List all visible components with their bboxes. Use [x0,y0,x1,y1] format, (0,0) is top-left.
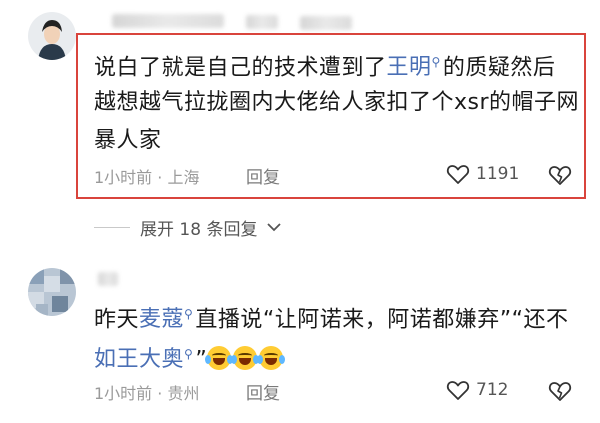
comment-text: 昨天 [94,307,140,333]
comment-text-line: 说白了就是自己的技术遭到了王明⚲的质疑然后 [94,44,555,86]
search-icon: ⚲ [184,347,194,361]
like-count: 712 [476,380,509,400]
dislike-button[interactable] [548,380,572,406]
avatar[interactable] [28,12,76,60]
heart-outline-icon [446,379,470,401]
avatar[interactable] [28,268,76,316]
chevron-down-icon [267,217,282,237]
heart-outline-icon [446,163,470,185]
location: 上海 [167,168,200,187]
mention-text[interactable]: 王明 [387,55,432,80]
comment-text: 直播说“让阿诺来，阿诺都嫌弃”“还不 [195,307,569,333]
expand-replies-button[interactable]: 展开 18 条回复 [94,212,282,242]
timestamp: 1小时前 [94,168,153,187]
divider [94,226,130,228]
laughing-crying-emoji [231,346,260,371]
comment-text-line: 如王大奥⚲” [94,336,286,378]
comment-item: 说白了就是自己的技术遭到了王明⚲的质疑然后 越想越气拉拢圈内大佬给人家扣了个xs… [0,0,600,205]
mention-link[interactable]: 王明⚲ [387,55,443,80]
like-button[interactable]: 1191 [446,163,519,185]
separator: · [157,384,163,403]
mention-text[interactable]: 如王大奥 [94,347,184,372]
like-count: 1191 [476,164,520,184]
separator: · [157,168,163,187]
comment-text: 说白了就是自己的技术遭到了 [94,55,387,81]
mention-link[interactable]: 麦蔻⚲ [139,307,195,332]
timestamp: 1小时前 [94,384,153,403]
search-icon: ⚲ [431,55,441,69]
broken-heart-icon [548,382,572,406]
comment-text-line: 暴人家 [94,122,162,159]
reply-button[interactable]: 回复 [246,379,280,404]
laughing-crying-emoji [257,346,286,371]
username[interactable] [112,14,224,28]
dislike-button[interactable] [548,164,572,190]
username[interactable] [98,272,118,286]
expand-replies-label[interactable]: 展开 18 条回复 [140,215,257,240]
search-icon: ⚲ [184,307,194,321]
reply-button[interactable]: 回复 [246,163,280,188]
mention-link[interactable]: 如王大奥⚲ [94,347,195,372]
comment-text: 暴人家 [94,128,162,153]
comment-meta: 1小时前 · 贵州 [94,380,199,404]
comment-text: 的质疑然后 [442,55,556,81]
mention-text[interactable]: 麦蔻 [139,307,184,332]
laughing-crying-emoji [205,346,234,371]
username-badge [246,15,278,29]
comment-text-line: 越想越气拉拢圈内大佬给人家扣了个xsr的帽子网 [94,84,579,121]
location: 贵州 [167,384,200,403]
like-button[interactable]: 712 [446,379,508,401]
comment-meta: 1小时前 · 上海 [94,164,199,188]
broken-heart-icon [548,166,572,190]
comment-text-line: 昨天麦蔻⚲直播说“让阿诺来，阿诺都嫌弃”“还不 [94,296,569,338]
username-extra [300,16,352,30]
comment-text: 越想越气拉拢圈内大佬给人家扣了个xsr的帽子网 [94,90,580,115]
